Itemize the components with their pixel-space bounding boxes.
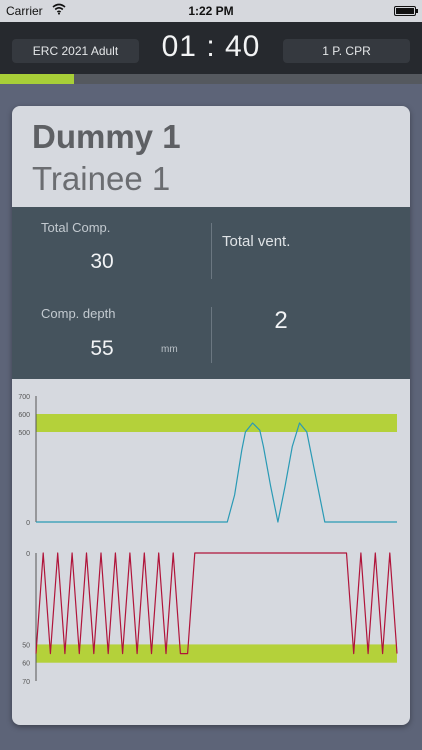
compression-tick-label: 0: [26, 551, 30, 558]
compression-target-band: [36, 644, 397, 663]
status-time: 1:22 PM: [188, 4, 234, 18]
comp-depth-label: Comp. depth: [41, 306, 116, 321]
session-header: ERC 2021 Adult 01 : 40 1 P. CPR: [0, 22, 422, 74]
session-timer: 01 : 40: [161, 30, 261, 63]
compression-tick-label: 60: [22, 661, 30, 668]
trainee-name: Trainee 1: [32, 160, 171, 197]
ventilation-tick-label: 700: [18, 394, 30, 401]
ventilation-target-band: [36, 414, 397, 432]
compression-tick-label: 70: [22, 679, 30, 686]
total-comp-value: 30: [90, 250, 114, 273]
comp-depth-unit: mm: [161, 344, 178, 355]
stats-panel: Total Comp. 30 Total vent. 2 Comp. depth…: [12, 207, 410, 379]
ventilation-line: [36, 422, 397, 523]
ventilation-tick-label: 500: [18, 430, 30, 437]
dummy-card[interactable]: Dummy 1 Trainee 1 Total Comp. 30 Total v…: [12, 106, 410, 725]
dummy-name: Dummy 1: [32, 118, 181, 155]
ventilation-tick-label: 600: [18, 412, 30, 419]
stats-divider: [211, 223, 212, 279]
session-progress-bar: [0, 74, 422, 84]
compression-line: [35, 552, 398, 655]
card-header: Dummy 1 Trainee 1: [12, 106, 410, 207]
compression-tick-label: 50: [22, 642, 30, 649]
ventilation-tick-label: 0: [26, 520, 30, 527]
total-comp-label: Total Comp.: [41, 220, 111, 235]
cpr-charts-svg: 700 600 500 0 0 50 60 70: [18, 394, 398, 686]
cpr-mode-button[interactable]: 1 P. CPR: [283, 39, 410, 63]
session-progress-fill: [0, 74, 74, 84]
total-vent-value: 2: [274, 307, 288, 334]
status-bar: Carrier 1:22 PM: [0, 0, 422, 22]
cpr-charts: 700 600 500 0 0 50 60 70: [12, 379, 410, 725]
guideline-button[interactable]: ERC 2021 Adult: [12, 39, 139, 63]
battery-icon: [394, 6, 418, 16]
stats-divider: [211, 307, 212, 363]
comp-depth-value: 55: [90, 337, 114, 360]
total-vent-label: Total vent.: [222, 233, 291, 250]
